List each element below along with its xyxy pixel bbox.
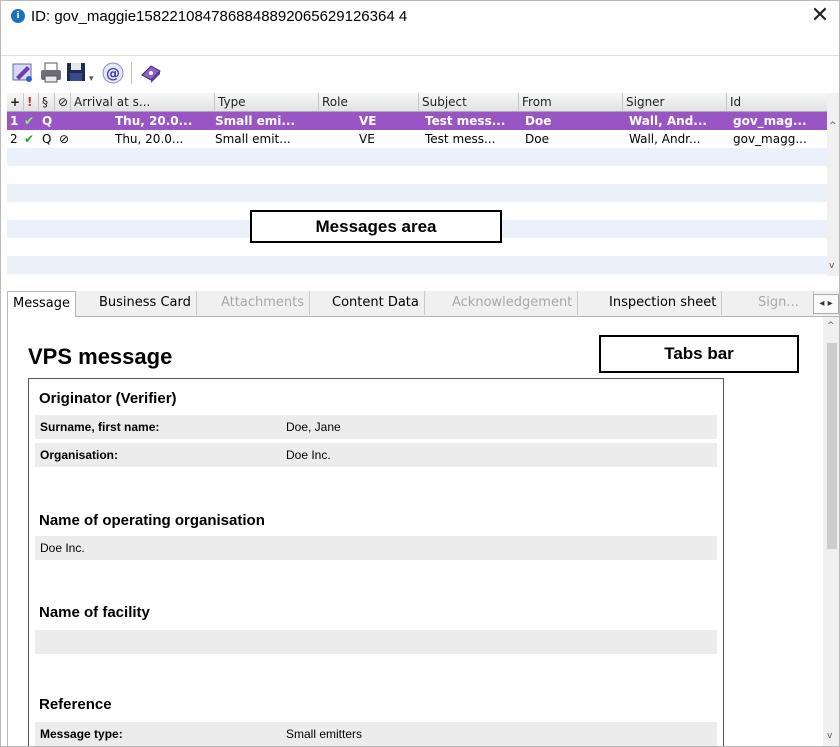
window-title: ID: gov_maggie15822108478688488920656291… [31, 8, 408, 25]
app-icon: i [11, 9, 25, 23]
tab-scroll-arrows-icon[interactable]: ◂ ▸ [813, 294, 839, 314]
message-type-label: Message type: [40, 727, 123, 741]
operating-org-row: Doe Inc. [35, 536, 717, 560]
grid-header: + ! § ⊘ Arrival at s... Type Role Subjec… [7, 93, 827, 112]
surname-row: Surname, first name: Doe, Jane [35, 415, 717, 439]
organisation-label: Organisation: [40, 448, 119, 462]
surname-value: Doe, Jane [286, 420, 341, 434]
organisation-value: Doe Inc. [286, 448, 331, 462]
email-icon[interactable]: @ [101, 61, 125, 85]
tabs-bar: Message Business Card Attachments Conten… [7, 291, 839, 317]
print-icon[interactable] [39, 61, 63, 85]
row-type: Small emit... [215, 132, 291, 146]
save-dropdown-icon[interactable]: ▾ [89, 74, 94, 84]
facility-heading: Name of facility [39, 604, 150, 621]
row-id: gov_mag... [733, 114, 807, 128]
row-signer: Wall, And... [629, 114, 707, 128]
tab-acknowledgement[interactable]: Acknowledgement [447, 291, 579, 315]
message-content: VPS message Originator (Verifier) Surnam… [7, 317, 818, 746]
row-signer: Wall, Andr... [629, 132, 701, 146]
row-role: VE [359, 114, 377, 128]
header-priority[interactable]: ! [24, 93, 39, 111]
row-q: Q [42, 132, 52, 146]
row-q: Q [42, 114, 53, 128]
edit-stamp-icon[interactable] [11, 61, 35, 85]
message-row-1[interactable]: 1 ✔ Q Thu, 20.0... Small emi... VE Test … [7, 112, 827, 130]
organisation-row: Organisation: Doe Inc. [35, 443, 717, 467]
toolbar: ▾ @ [1, 55, 839, 92]
message-row-2[interactable]: 2 ✔ Q ⊘ Thu, 20.0... Small emit... VE Te… [7, 130, 827, 148]
help-book-icon[interactable] [139, 61, 163, 85]
header-from[interactable]: From [519, 93, 623, 111]
row-arrival: Thu, 20.0... [115, 114, 193, 128]
header-role[interactable]: Role [319, 93, 419, 111]
empty-row [7, 166, 827, 184]
title-bar: i ID: gov_maggie158221084786884889206562… [1, 1, 839, 33]
row-from: Doe [525, 114, 552, 128]
row-type: Small emi... [215, 114, 296, 128]
tab-attachments[interactable]: Attachments [216, 291, 310, 315]
scroll-up-icon[interactable]: ^ [827, 321, 835, 331]
grid-scrollbar[interactable]: ^ v [827, 93, 839, 276]
messages-grid[interactable]: + ! § ⊘ Arrival at s... Type Role Subjec… [7, 93, 827, 276]
operating-org-heading: Name of operating organisation [39, 512, 265, 529]
tab-sign[interactable]: Sign... [753, 291, 814, 315]
empty-row [7, 184, 827, 202]
close-button[interactable]: ✕ [807, 3, 833, 29]
tab-content-data[interactable]: Content Data [327, 291, 425, 315]
toolbar-separator [131, 62, 132, 84]
tabs-bar-callout: Tabs bar [599, 335, 799, 373]
tab-message[interactable]: Message [7, 291, 76, 317]
row-subject: Test mess... [425, 132, 496, 146]
scroll-up-icon[interactable]: ^ [829, 121, 837, 131]
message-type-row: Message type: Small emitters [35, 722, 717, 746]
facility-row [35, 630, 717, 654]
message-panel: Originator (Verifier) Surname, first nam… [28, 378, 724, 746]
row-id: gov_magg... [733, 132, 807, 146]
message-type-value: Small emitters [286, 727, 363, 741]
header-arrival[interactable]: Arrival at s... [71, 93, 215, 111]
row-arrival: Thu, 20.0... [115, 132, 184, 146]
header-subject[interactable]: Subject [419, 93, 519, 111]
messages-area-callout: Messages area [250, 210, 502, 243]
row-subject: Test mess... [425, 114, 506, 128]
header-id[interactable]: Id [727, 93, 827, 111]
originator-heading: Originator (Verifier) [39, 390, 177, 407]
verified-check-icon: ✔ [24, 132, 35, 146]
header-type[interactable]: Type [215, 93, 319, 111]
operating-org-value: Doe Inc. [40, 541, 85, 555]
save-icon[interactable] [65, 61, 89, 85]
reference-heading: Reference [39, 696, 112, 713]
header-signer[interactable]: Signer [623, 93, 727, 111]
content-scroll-thumb[interactable] [827, 343, 837, 549]
empty-row [7, 256, 827, 274]
row-attachment-icon: ⊘ [59, 132, 70, 146]
tab-inspection-sheet[interactable]: Inspection sheet [604, 291, 723, 315]
header-expand[interactable]: + [7, 93, 24, 111]
row-number: 2 [10, 132, 18, 146]
row-role: VE [359, 132, 375, 146]
empty-row [7, 148, 827, 166]
tab-business-card[interactable]: Business Card [94, 291, 197, 315]
vps-title: VPS message [28, 344, 173, 369]
header-section[interactable]: § [39, 93, 55, 111]
scroll-down-icon[interactable]: v [827, 731, 832, 741]
row-number: 1 [10, 114, 19, 128]
verified-check-icon: ✔ [24, 114, 35, 128]
header-attachment[interactable]: ⊘ [55, 93, 71, 111]
row-from: Doe [525, 132, 549, 146]
svg-text:@: @ [106, 66, 120, 82]
scroll-down-icon[interactable]: v [829, 261, 834, 271]
app-window: i ID: gov_maggie158221084786884889206562… [0, 0, 840, 747]
surname-label: Surname, first name: [40, 420, 160, 434]
